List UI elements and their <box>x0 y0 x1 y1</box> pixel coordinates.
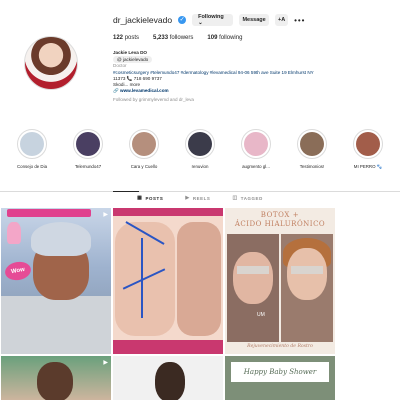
highlight-label: augmento gl... <box>242 164 270 169</box>
tab-tagged[interactable]: ◫ TAGGED <box>232 195 262 201</box>
highlight-label: Cara y Cuello <box>130 164 158 169</box>
highlight-thumbnail <box>356 132 380 156</box>
followed-by-text[interactable]: Followed by grimmylevemd and dr_leva <box>113 97 373 103</box>
profile-tabs: ▦ POSTS ▶ REELS ◫ TAGGED <box>0 195 400 201</box>
post-wow-sticker: Wow <box>3 259 33 283</box>
post-thumbnail[interactable] <box>113 356 223 400</box>
profile-bio: Jackie Leva DO @ jackielevado Doctor #co… <box>113 50 373 103</box>
highlight-item[interactable]: renuvion <box>178 129 222 170</box>
post-watermark: UM <box>257 312 265 318</box>
highlight-label: Testimonios! <box>299 164 325 169</box>
highlight-item[interactable]: Testimonios! <box>290 129 334 170</box>
tab-posts[interactable]: ▦ POSTS <box>137 195 163 201</box>
post-image-eye-blur <box>291 266 323 274</box>
post-caption: Rejuvenecimiento de Rostro <box>247 344 313 349</box>
post-card-text: Happy Baby Shower <box>231 362 329 382</box>
verified-badge-icon: ✓ <box>178 16 187 24</box>
post-thumbnail[interactable]: BOTOX + ÁCIDO HIALURÓNICO UM Rejuvenecim… <box>225 208 335 354</box>
active-tab-indicator <box>113 191 139 192</box>
post-thumbnail[interactable]: Wow ▶ <box>1 208 111 354</box>
highlight-thumbnail <box>244 132 268 156</box>
posts-grid: Wow ▶ BOTOX + ÁCIDO HIALURÓNICO UM Rejuv… <box>0 208 400 400</box>
highlight-cover[interactable] <box>297 129 327 159</box>
add-user-button[interactable]: +A <box>275 14 289 26</box>
message-button[interactable]: Message <box>239 14 270 26</box>
highlight-label: renuvion <box>191 164 209 169</box>
highlight-cover[interactable] <box>17 129 47 159</box>
post-thumbnail[interactable]: Happy Baby Shower <box>225 356 335 400</box>
highlight-item[interactable]: Telemundo47 <box>66 129 110 170</box>
post-image-top-band <box>113 208 223 216</box>
tabs-divider <box>0 191 400 192</box>
post-image-person <box>37 362 73 400</box>
post-image-surgical-cap <box>31 222 91 256</box>
followers-count[interactable]: 5,233 followers <box>153 35 193 41</box>
profile-header-row: dr_jackielevado ✓ Following ⌄ Message +A… <box>113 13 305 27</box>
highlight-label: MI PERRO 🐾 <box>353 164 383 169</box>
more-options-icon[interactable]: ••• <box>294 16 305 25</box>
highlight-thumbnail <box>188 132 212 156</box>
highlight-item[interactable]: MI PERRO 🐾 <box>346 129 390 170</box>
highlight-cover[interactable] <box>185 129 215 159</box>
highlight-item[interactable]: augmento gl... <box>234 129 278 170</box>
highlight-label: Consejo de Dia <box>16 164 48 169</box>
post-image-doll <box>7 222 21 244</box>
story-highlights: Consejo de Dia Telemundo47 Cara y Cuello… <box>10 129 390 170</box>
tab-label: TAGGED <box>240 195 263 201</box>
highlight-item[interactable]: Cara y Cuello <box>122 129 166 170</box>
tab-label: REELS <box>192 195 211 201</box>
posts-count: 122 posts <box>113 35 140 41</box>
highlight-cover[interactable] <box>73 129 103 159</box>
following-button[interactable]: Following ⌄ <box>192 14 234 26</box>
post-title-line2: ÁCIDO HIALURÓNICO <box>234 220 326 228</box>
highlight-thumbnail <box>300 132 324 156</box>
profile-username: dr_jackielevado <box>113 15 173 25</box>
post-image-cloth <box>1 296 111 354</box>
reel-icon: ▶ <box>103 360 108 366</box>
tab-reels[interactable]: ▶ REELS <box>185 195 210 201</box>
post-image-face <box>287 248 327 300</box>
highlight-cover[interactable] <box>241 129 271 159</box>
post-image-leg-right <box>177 222 221 336</box>
post-image-marking <box>141 238 143 318</box>
post-before-photo <box>227 234 279 342</box>
profile-stats: 122 posts 5,233 followers 109 following <box>113 35 242 41</box>
post-thumbnail[interactable]: ▶ <box>1 356 111 400</box>
instagram-profile-page: dr_jackielevado ✓ Following ⌄ Message +A… <box>0 0 400 400</box>
reels-icon: ▶ <box>185 195 190 201</box>
tagged-icon: ◫ <box>232 195 238 201</box>
bio-website-link[interactable]: 🔗 www.levamedical.com <box>113 88 373 94</box>
post-image-face <box>233 252 273 304</box>
tab-label: POSTS <box>145 195 164 201</box>
reel-icon: ▶ <box>103 212 108 218</box>
highlight-thumbnail <box>132 132 156 156</box>
post-image-banner <box>7 209 91 217</box>
post-thumbnail[interactable] <box>113 208 223 354</box>
highlight-item[interactable]: Consejo de Dia <box>10 129 54 170</box>
grid-icon: ▦ <box>137 195 143 201</box>
highlight-cover[interactable] <box>129 129 159 159</box>
post-after-photo <box>281 234 333 342</box>
highlight-cover[interactable] <box>353 129 383 159</box>
post-image-eye-blur <box>237 266 269 274</box>
post-image-bottom-band <box>113 340 223 354</box>
post-title-line1: BOTOX + <box>260 211 300 219</box>
threads-badge[interactable]: @ jackielevado <box>113 56 153 64</box>
profile-avatar[interactable] <box>24 36 78 90</box>
highlight-label: Telemundo47 <box>74 164 102 169</box>
post-image-person <box>155 362 185 400</box>
highlight-thumbnail <box>20 132 44 156</box>
following-count[interactable]: 109 following <box>207 35 242 41</box>
highlight-thumbnail <box>76 132 100 156</box>
